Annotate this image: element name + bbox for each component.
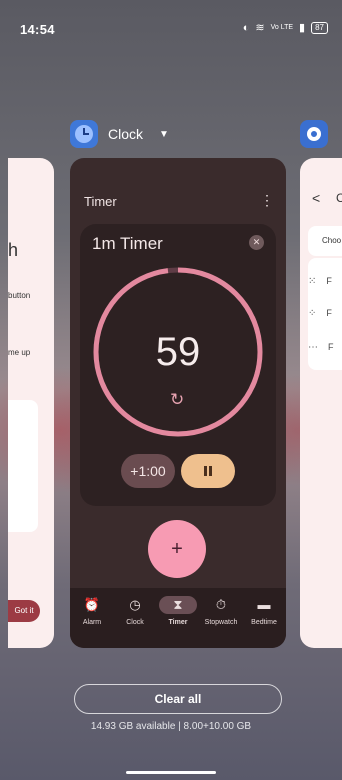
timer-label: 1m Timer <box>92 234 163 253</box>
tab-bedtime[interactable]: ▬ Bedtime <box>242 596 286 626</box>
reset-icon[interactable]: ↻ <box>170 390 184 410</box>
hourglass-icon: ⧗ <box>159 596 197 614</box>
left-card-heading: h <box>8 240 19 260</box>
left-app-card[interactable]: h button me up Got it <box>8 158 54 648</box>
timer-panel: 1m Timer ✕ 59 ↻ +1:00 <box>80 224 276 506</box>
pause-button[interactable] <box>181 454 235 488</box>
page-title: Timer <box>84 194 117 209</box>
settings-gear-icon[interactable] <box>300 120 328 148</box>
signal-icon: ▮ <box>299 22 306 34</box>
battery-icon: 87 <box>311 21 328 34</box>
alarm-icon: ⏰ <box>83 597 101 612</box>
tab-timer[interactable]: ⧗ Timer <box>156 596 200 626</box>
vibrate-icon: ◐ <box>242 21 250 34</box>
tab-alarm[interactable]: ⏰ Alarm <box>70 596 114 626</box>
add-minute-button[interactable]: +1:00 <box>121 454 175 488</box>
list-item[interactable]: ⁙ F <box>308 276 332 287</box>
bed-icon: ▬ <box>257 597 271 612</box>
status-time: 14:54 <box>20 22 55 37</box>
gesture-bar[interactable] <box>126 771 216 774</box>
left-card-text: me up <box>8 348 31 357</box>
list-item[interactable]: ⋯ F <box>308 342 334 353</box>
more-vert-icon[interactable]: ⋮ <box>260 192 274 209</box>
right-app-card[interactable]: < C Choo ⁙ F ⁘ F ⋯ F <box>300 158 342 648</box>
timer-value: 59 <box>155 330 201 374</box>
right-card-title: C <box>336 191 342 205</box>
tab-clock[interactable]: ◷ Clock <box>113 596 157 626</box>
back-arrow-icon[interactable]: < <box>312 190 320 206</box>
volte-label: Vo LTE <box>270 24 294 31</box>
clear-all-button[interactable]: Clear all <box>74 684 282 714</box>
close-icon[interactable]: ✕ <box>249 235 264 250</box>
bottom-nav: ⏰ Alarm ◷ Clock ⧗ Timer ⏱ Stopwatch ▬ Be… <box>70 588 286 648</box>
clock-icon: ◷ <box>129 597 141 612</box>
stopwatch-icon: ⏱ <box>215 597 227 612</box>
wifi-icon: ≋ <box>255 22 265 34</box>
left-card-text: button <box>8 291 31 300</box>
list-item[interactable]: ⁘ F <box>308 308 332 319</box>
pause-icon <box>204 465 207 476</box>
clock-app-header[interactable]: Clock ▼ <box>70 120 169 148</box>
chevron-down-icon[interactable]: ▼ <box>159 129 169 140</box>
status-bar: 14:54 ◐ ≋ Vo LTE ▮ 87 <box>0 0 342 44</box>
add-timer-button[interactable]: + <box>148 520 206 578</box>
clock-app-card[interactable]: Timer ⋮ 1m Timer ✕ 59 ↻ +1:00 + ⏰ Alarm … <box>70 158 286 648</box>
memory-info: 14.93 GB available | 8.00+10.00 GB <box>90 721 252 732</box>
right-card-choose[interactable]: Choo <box>308 226 342 256</box>
left-card-panel <box>8 400 38 532</box>
tab-stopwatch[interactable]: ⏱ Stopwatch <box>199 596 243 626</box>
got-it-button[interactable]: Got it <box>8 600 40 622</box>
status-icons: ◐ ≋ Vo LTE ▮ 87 <box>243 21 328 34</box>
clock-app-icon <box>70 120 98 148</box>
app-name: Clock <box>108 126 144 142</box>
